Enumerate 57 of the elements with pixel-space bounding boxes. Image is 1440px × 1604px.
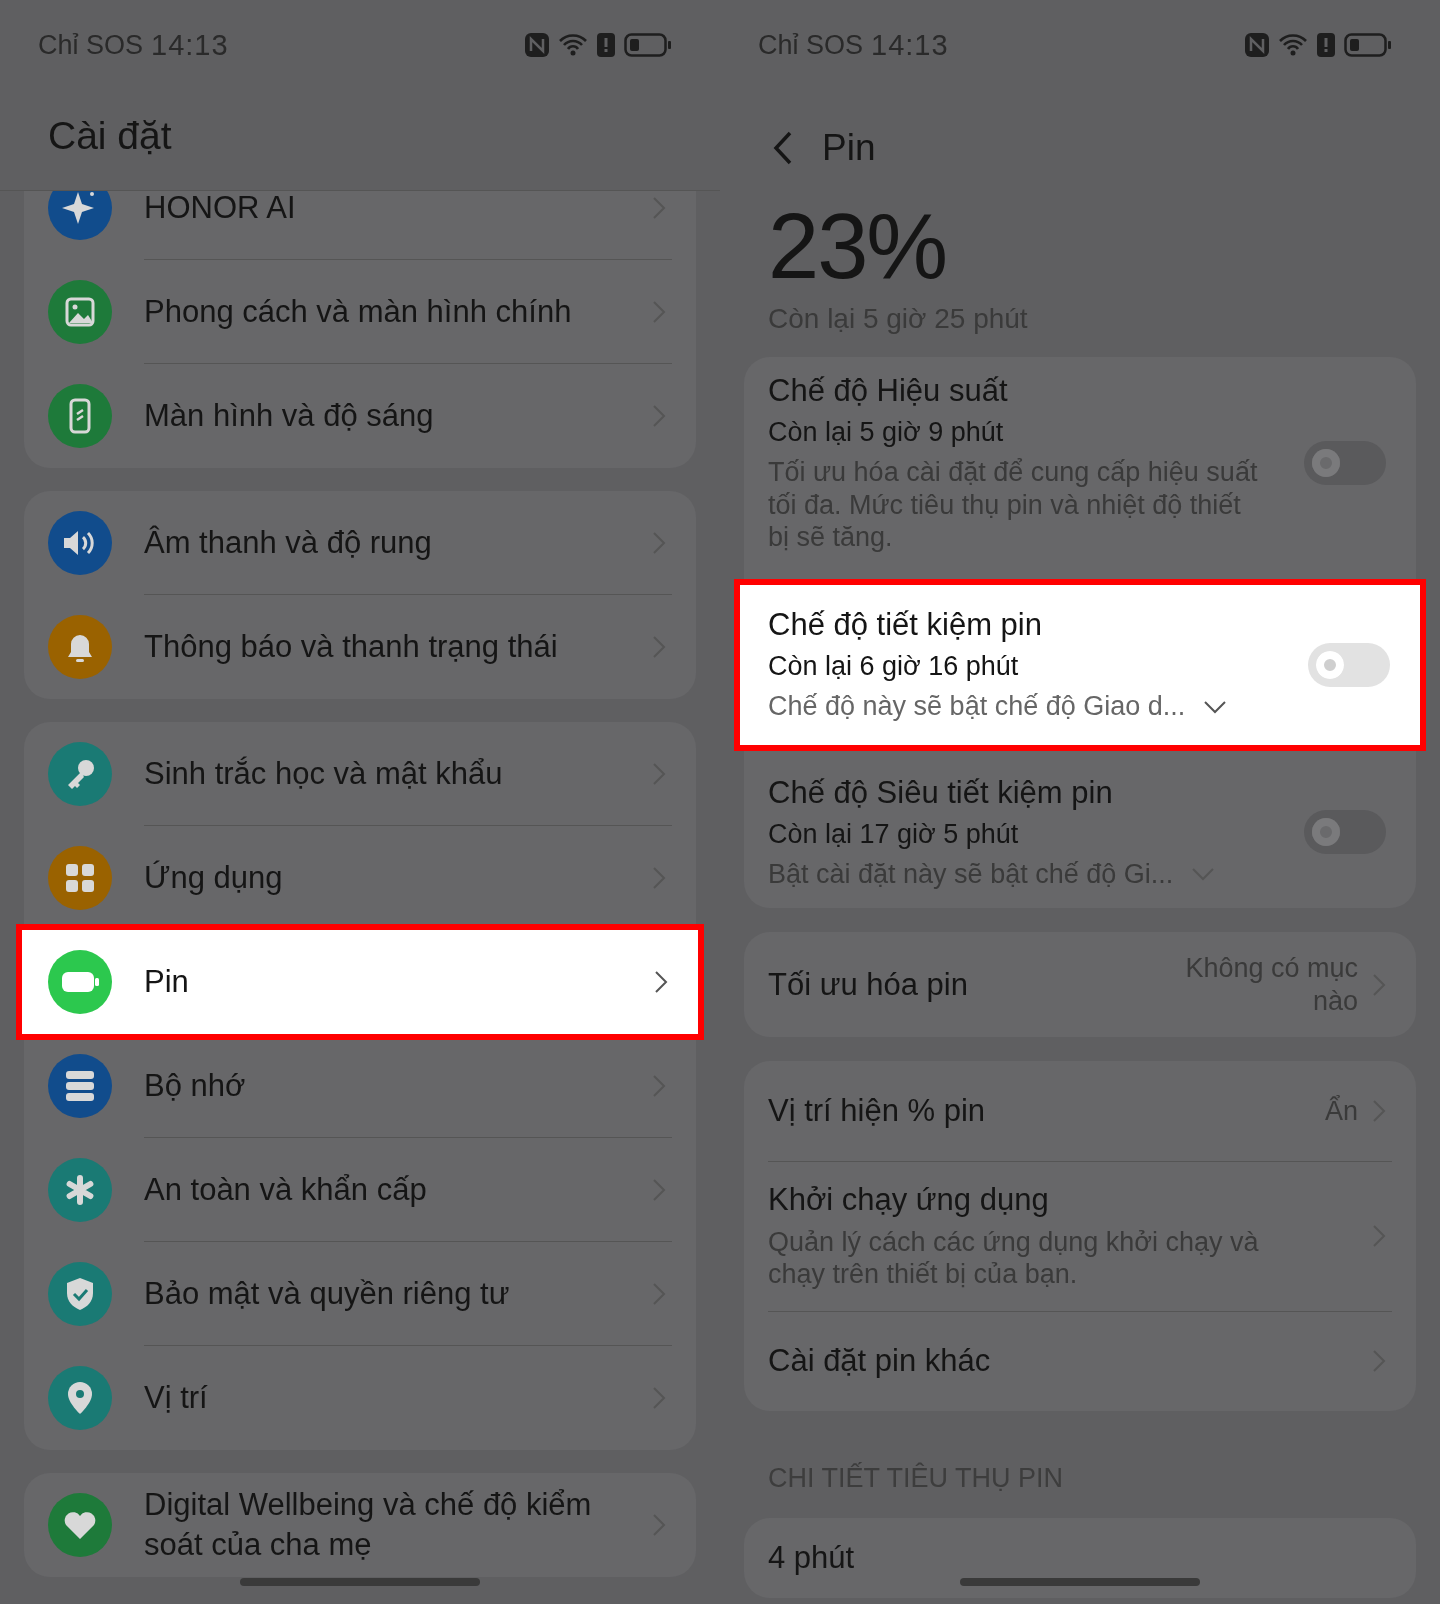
settings-item[interactable]: Âm thanh và độ rung (24, 491, 696, 595)
settings-item[interactable]: An toàn và khẩn cấp (24, 1138, 696, 1242)
item-label: Tối ưu hóa pin (768, 966, 969, 1003)
settings-item[interactable]: Vị trí (24, 1346, 696, 1450)
item-label: Phong cách và màn hình chính (144, 292, 572, 331)
mode-title: Chế độ tiết kiệm pin (768, 607, 1043, 644)
page-title: Pin (822, 127, 876, 169)
settings-item[interactable]: Bộ nhớ (24, 1034, 696, 1138)
toggle-switch[interactable] (1308, 643, 1390, 688)
mode-title: Chế độ Hiệu suất (768, 373, 1009, 410)
wifi-icon (1278, 32, 1308, 58)
mode-remaining: Còn lại 17 giờ 5 phút (768, 818, 1020, 850)
item-label: Bộ nhớ (144, 1066, 246, 1105)
item-label: HONOR AI (144, 191, 296, 227)
toggle-switch[interactable] (1304, 441, 1386, 486)
alert-icon (596, 32, 616, 58)
settings-item[interactable]: Bảo mật và quyền riêng tư (24, 1242, 696, 1346)
mode-remaining: Còn lại 5 giờ 9 phút (768, 417, 1005, 449)
clock-time: 14:13 (151, 28, 229, 62)
item-label: Thông báo và thanh trạng thái (144, 627, 558, 666)
toggle-switch[interactable] (1304, 810, 1386, 855)
battery-status-icon (1344, 33, 1392, 57)
nfc-icon (1244, 32, 1270, 58)
item-label: Màn hình và độ sáng (144, 396, 434, 435)
item-label: An toàn và khẩn cấp (144, 1170, 427, 1209)
item-label: Vị trí (144, 1378, 208, 1417)
settings-item[interactable]: Phong cách và màn hình chính (24, 260, 696, 364)
alert-icon (1316, 32, 1336, 58)
mode-title: Chế độ Siêu tiết kiệm pin (768, 774, 1114, 811)
settings-item[interactable]: Digital Wellbeing và chế độ kiểm soát của cha mẹ (24, 1473, 696, 1577)
wifi-icon (558, 32, 588, 58)
battery-percentage: 23% (767, 194, 948, 298)
settings-item[interactable]: HONOR AI (24, 191, 696, 260)
settings-item[interactable]: Sinh trắc học và mật khẩu (24, 722, 696, 826)
item-label: Khởi chạy ứng dụng (768, 1181, 1050, 1218)
item-label: Sinh trắc học và mật khẩu (144, 754, 503, 793)
item-label: Pin (144, 962, 189, 1001)
mode-remaining: Còn lại 6 giờ 16 phút (768, 651, 1020, 683)
settings-item[interactable]: Màn hình và độ sáng (24, 364, 696, 468)
usage-time: 4 phút (768, 1539, 855, 1575)
nfc-icon (524, 32, 550, 58)
item-label: Ứng dụng (144, 858, 283, 897)
battery-status-icon (624, 33, 672, 57)
settings-item[interactable]: Thông báo và thanh trạng thái (24, 595, 696, 699)
carrier-text: Chỉ SOS (758, 29, 864, 61)
expand-icon[interactable] (1203, 699, 1228, 714)
back-icon[interactable] (772, 130, 794, 166)
item-label: Bảo mật và quyền riêng tư (144, 1274, 510, 1313)
item-label: Cài đặt pin khác (768, 1343, 992, 1380)
item-label: Âm thanh và độ rung (144, 523, 432, 562)
carrier-text: Chỉ SOS (38, 29, 144, 61)
mode-description: Chế độ này sẽ bật chế độ Giao d... (768, 690, 1186, 723)
chevron-icon (654, 970, 668, 994)
settings-item[interactable]: Cài đặt pin khác (768, 1310, 1392, 1411)
item-label: Vị trí hiện % pin (768, 1092, 987, 1129)
clock-time: 14:13 (871, 28, 949, 62)
item-label: Digital Wellbeing và chế độ kiểm soát của cha mẹ (144, 1485, 593, 1564)
